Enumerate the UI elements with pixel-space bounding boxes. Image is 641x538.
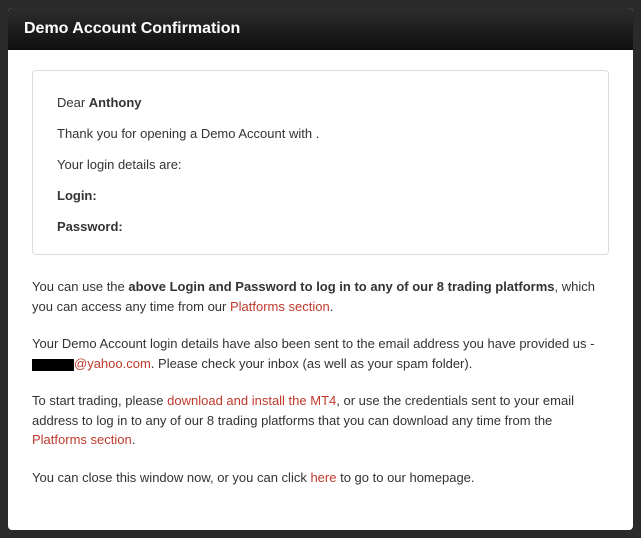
- login-label: Login:: [57, 188, 584, 203]
- platforms-section-link-2[interactable]: Platforms section: [32, 432, 132, 447]
- homepage-link[interactable]: here: [310, 470, 336, 485]
- email-paragraph: Your Demo Account login details have als…: [32, 334, 609, 373]
- login-intro: Your login details are:: [57, 157, 584, 172]
- modal-title: Demo Account Confirmation: [24, 20, 240, 37]
- recipient-name: Anthony: [89, 95, 142, 110]
- greeting-line: Dear Anthony: [57, 95, 584, 110]
- download-paragraph: To start trading, please download and in…: [32, 391, 609, 450]
- redacted-email-prefix: [32, 359, 74, 371]
- password-label: Password:: [57, 219, 584, 234]
- body-text: You can use the above Login and Password…: [32, 277, 609, 487]
- thankyou-line: Thank you for opening a Demo Account wit…: [57, 126, 584, 141]
- platforms-paragraph: You can use the above Login and Password…: [32, 277, 609, 316]
- login-details-box: Dear Anthony Thank you for opening a Dem…: [32, 70, 609, 255]
- confirmation-modal: Demo Account Confirmation Dear Anthony T…: [8, 8, 633, 530]
- email-address: @yahoo.com: [74, 356, 151, 371]
- download-mt4-link[interactable]: download and install the MT4: [167, 393, 336, 408]
- close-paragraph: You can close this window now, or you ca…: [32, 468, 609, 488]
- modal-header: Demo Account Confirmation: [8, 8, 633, 50]
- modal-body: Dear Anthony Thank you for opening a Dem…: [8, 50, 633, 530]
- platforms-section-link[interactable]: Platforms section: [230, 299, 330, 314]
